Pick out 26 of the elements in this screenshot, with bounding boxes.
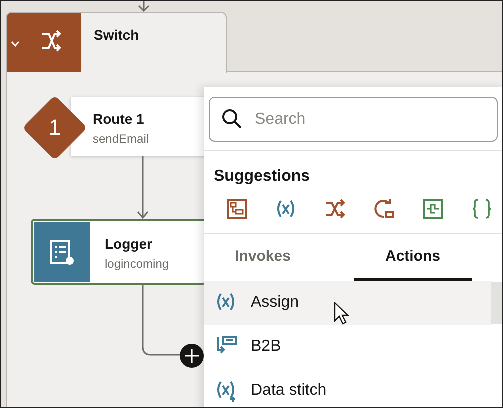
tile-icon[interactable] (226, 198, 248, 222)
chevron-down-icon[interactable] (11, 41, 20, 47)
document-list-icon (49, 239, 75, 267)
logger-subtitle: logincoming (105, 256, 170, 273)
switch-title: Switch (94, 26, 140, 45)
logger-icon-tile (34, 222, 90, 282)
braces-icon[interactable] (471, 198, 493, 222)
arrow-down-icon (138, 1, 150, 12)
suggestions-heading: Suggestions (214, 167, 310, 187)
panel-tab[interactable]: Actions (354, 234, 472, 281)
route-number: 1 (48, 114, 62, 142)
route-subtitle: sendEmail (93, 131, 150, 148)
scrollbar-thumb[interactable] (491, 282, 502, 324)
search-icon (222, 109, 242, 129)
route-title: Route 1 (93, 110, 144, 129)
add-icon[interactable] (180, 344, 204, 368)
logger-title: Logger (105, 235, 152, 254)
action-item[interactable]: B2B (204, 325, 492, 369)
panel-tab[interactable]: Invokes (204, 234, 322, 281)
puzzle-tile-icon[interactable] (422, 198, 444, 222)
search-field[interactable]: Search (209, 97, 498, 142)
action-item[interactable]: Data stitch (204, 369, 492, 407)
mouse-pointer-icon (334, 302, 350, 326)
crossed-arrows-icon (39, 29, 63, 53)
connector-arrow (137, 156, 149, 219)
action-item[interactable]: Assign (204, 281, 492, 325)
